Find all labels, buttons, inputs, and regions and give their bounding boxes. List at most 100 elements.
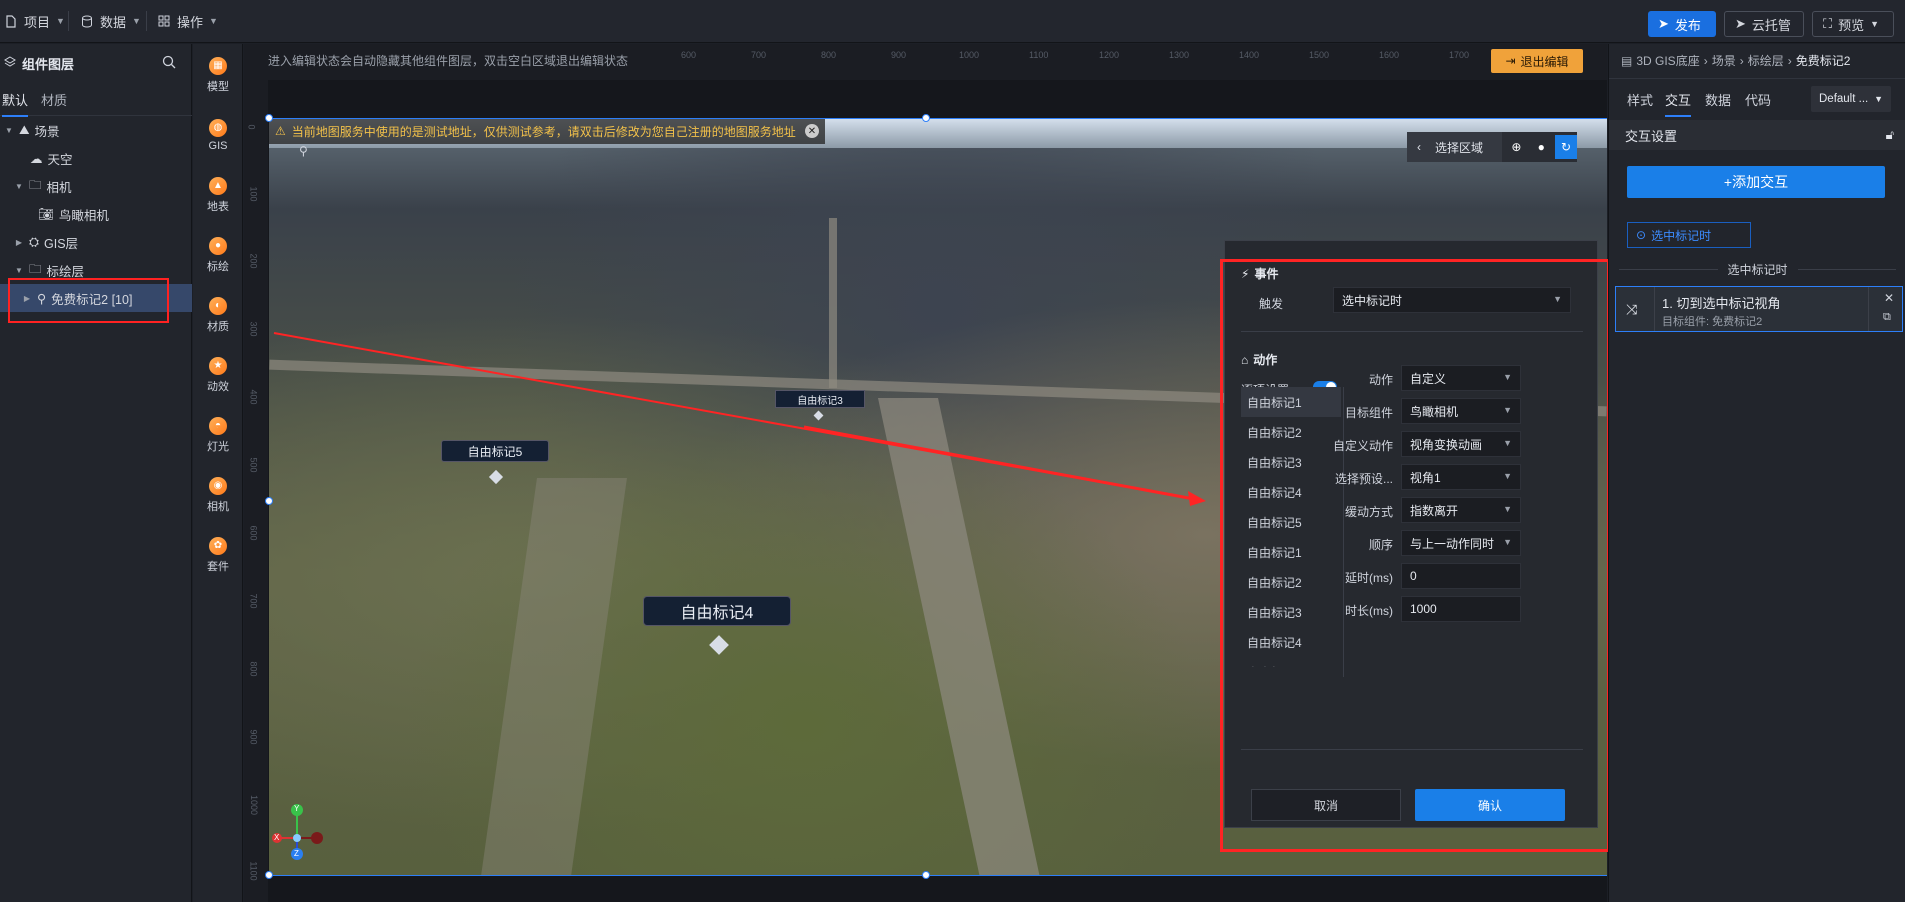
model-icon: ▦	[209, 56, 227, 75]
cloud-icon: ☁	[30, 151, 43, 166]
tool-label: 灯光	[207, 440, 229, 453]
tool-label: 材质	[207, 320, 229, 333]
send-icon: ➤	[1735, 16, 1746, 31]
fullscreen-icon: ⛶	[1823, 16, 1833, 31]
tool-label: 相机	[207, 500, 229, 513]
tree-item-bird-camera[interactable]: 📷︎ 鸟瞰相机	[0, 200, 192, 228]
tab-data[interactable]: 数据	[1705, 90, 1731, 115]
tab-interaction[interactable]: 交互	[1665, 90, 1692, 117]
interaction-settings-header: 交互设置 🔓︎	[1609, 120, 1905, 150]
send-icon: ➤	[1658, 16, 1669, 31]
breadcrumb-separator: ›	[1703, 53, 1708, 68]
tree-item-label: 标绘层	[46, 264, 85, 279]
tool-label: 动效	[207, 380, 229, 393]
chevron-down-icon[interactable]: ▼	[14, 266, 24, 275]
tree-item-scene[interactable]: ▼ ⛰ 场景	[0, 116, 192, 144]
divider	[68, 11, 69, 31]
default-select[interactable]: Default ... ▼	[1811, 86, 1891, 112]
copy-icon[interactable]: ⧉	[1883, 311, 1891, 324]
tree-item-label: 天空	[47, 152, 73, 167]
tool-effect[interactable]: ★ 动效	[193, 350, 243, 400]
tool-model[interactable]: ▦ 模型	[193, 50, 243, 100]
section-title: 交互设置	[1625, 128, 1678, 144]
tool-light[interactable]: ◓ 灯光	[193, 410, 243, 460]
menu-data-label: 数据	[100, 14, 127, 30]
menu-operation-label: 操作	[177, 14, 204, 30]
highlight-box	[1220, 259, 1610, 852]
star-icon: ★	[209, 356, 227, 375]
divider	[1609, 78, 1905, 79]
globe-icon: ◍	[209, 118, 227, 137]
tool-label: 套件	[207, 560, 229, 573]
divider	[146, 11, 147, 31]
tab-material[interactable]: 材质	[41, 90, 67, 115]
close-icon[interactable]: ✕	[1884, 291, 1894, 305]
breadcrumb-item[interactable]: 场景	[1712, 52, 1736, 69]
menu-project-label: 项目	[24, 14, 51, 30]
tree-item-label: GIS层	[44, 236, 79, 251]
search-icon[interactable]	[162, 55, 176, 72]
event-group-label: 选中标记时	[1727, 262, 1788, 277]
tool-plot[interactable]: ● 标绘	[193, 230, 243, 280]
layer-tabs: 默认 材质	[0, 88, 192, 117]
tree-item-gis-layer[interactable]: ▶ ⛭ GIS层	[0, 228, 192, 256]
tool-label: 标绘	[207, 260, 229, 273]
material-icon: ◐	[209, 296, 227, 315]
file-icon	[4, 14, 18, 28]
tree-item-label: 场景	[34, 124, 60, 139]
layers-icon	[4, 55, 16, 71]
cloud-hosting-button[interactable]: ➤ 云托管	[1724, 11, 1804, 37]
kit-icon: ✿	[209, 536, 227, 555]
tool-kit[interactable]: ✿ 套件	[193, 530, 243, 580]
grid-icon	[157, 14, 171, 28]
layer-panel-title: 组件图层	[22, 56, 75, 72]
chevron-down-icon: ▼	[56, 16, 65, 26]
shuffle-icon: ⤨	[1626, 301, 1638, 317]
menu-project[interactable]: 项目 ▼	[4, 10, 65, 32]
tool-label: GIS	[208, 139, 228, 152]
tool-terrain[interactable]: ▲ 地表	[193, 170, 243, 220]
preview-label: 预览	[1838, 17, 1865, 33]
event-chip[interactable]: ⊙ 选中标记时	[1627, 222, 1751, 248]
tree-item-camera-folder[interactable]: ▼ 🗀 相机	[0, 172, 192, 200]
breadcrumb-item[interactable]: 3D GIS底座	[1636, 52, 1699, 69]
tree-item-sky[interactable]: ☁ 天空	[0, 144, 192, 172]
cloud-hosting-label: 云托管	[1751, 17, 1791, 33]
tool-gis[interactable]: ◍ GIS	[193, 110, 243, 160]
chevron-down-icon: ▼	[1874, 94, 1883, 104]
chevron-down-icon[interactable]: ▼	[14, 182, 24, 191]
pin-icon: ●	[209, 236, 227, 255]
chevron-down-icon: ▼	[1870, 19, 1880, 29]
tool-material[interactable]: ◐ 材质	[193, 290, 243, 340]
add-interaction-label: +添加交互	[1723, 174, 1789, 190]
terrain-icon: ▲	[209, 176, 227, 195]
tab-style[interactable]: 样式	[1627, 90, 1653, 115]
lock-icon[interactable]: 🔓︎	[1886, 127, 1894, 143]
top-toolbar: 项目 ▼ 数据 ▼ 操作 ▼ ➤ 发布 ➤ 云托管 ⛶ 预览 ▼	[0, 0, 1905, 43]
tool-label: 地表	[207, 200, 229, 213]
property-panel: ▤ 3D GIS底座 › 场景 › 标绘层 › 免费标记2 样式 交互 数据 代…	[1608, 44, 1905, 902]
chevron-down-icon[interactable]: ▼	[4, 126, 14, 135]
interaction-card[interactable]: ⤨ 1. 切到选中标记视角 目标组件: 免费标记2 ✕ ⧉	[1615, 286, 1903, 332]
default-select-value: Default ...	[1819, 93, 1869, 105]
cursor-icon: ⊙	[1636, 228, 1647, 242]
tab-code[interactable]: 代码	[1745, 90, 1771, 115]
chevron-down-icon: ▼	[132, 16, 141, 26]
breadcrumb-separator: ›	[1787, 53, 1792, 68]
event-group-title: 选中标记时	[1609, 260, 1905, 278]
publish-label: 发布	[1674, 17, 1701, 33]
breadcrumb: ▤ 3D GIS底座 › 场景 › 标绘层 › 免费标记2	[1621, 52, 1850, 69]
tool-rail: ▦ 模型 ◍ GIS ▲ 地表 ● 标绘 ◐ 材质 ★ 动效 ◓ 灯光 ◉ 相机…	[193, 44, 243, 902]
breadcrumb-item[interactable]: 标绘层	[1748, 52, 1784, 69]
chevron-right-icon[interactable]: ▶	[14, 238, 24, 247]
tree-item-label: 鸟瞰相机	[58, 208, 109, 223]
camera-icon: 📷︎	[38, 206, 54, 221]
menu-data[interactable]: 数据 ▼	[80, 10, 141, 32]
tool-camera[interactable]: ◉ 相机	[193, 470, 243, 520]
database-icon	[80, 14, 94, 28]
menu-operation[interactable]: 操作 ▼	[157, 10, 218, 32]
tab-default[interactable]: 默认	[2, 90, 29, 117]
preview-button[interactable]: ⛶ 预览 ▼	[1812, 11, 1894, 37]
add-interaction-button[interactable]: +添加交互	[1627, 166, 1885, 198]
publish-button[interactable]: ➤ 发布	[1648, 11, 1716, 37]
